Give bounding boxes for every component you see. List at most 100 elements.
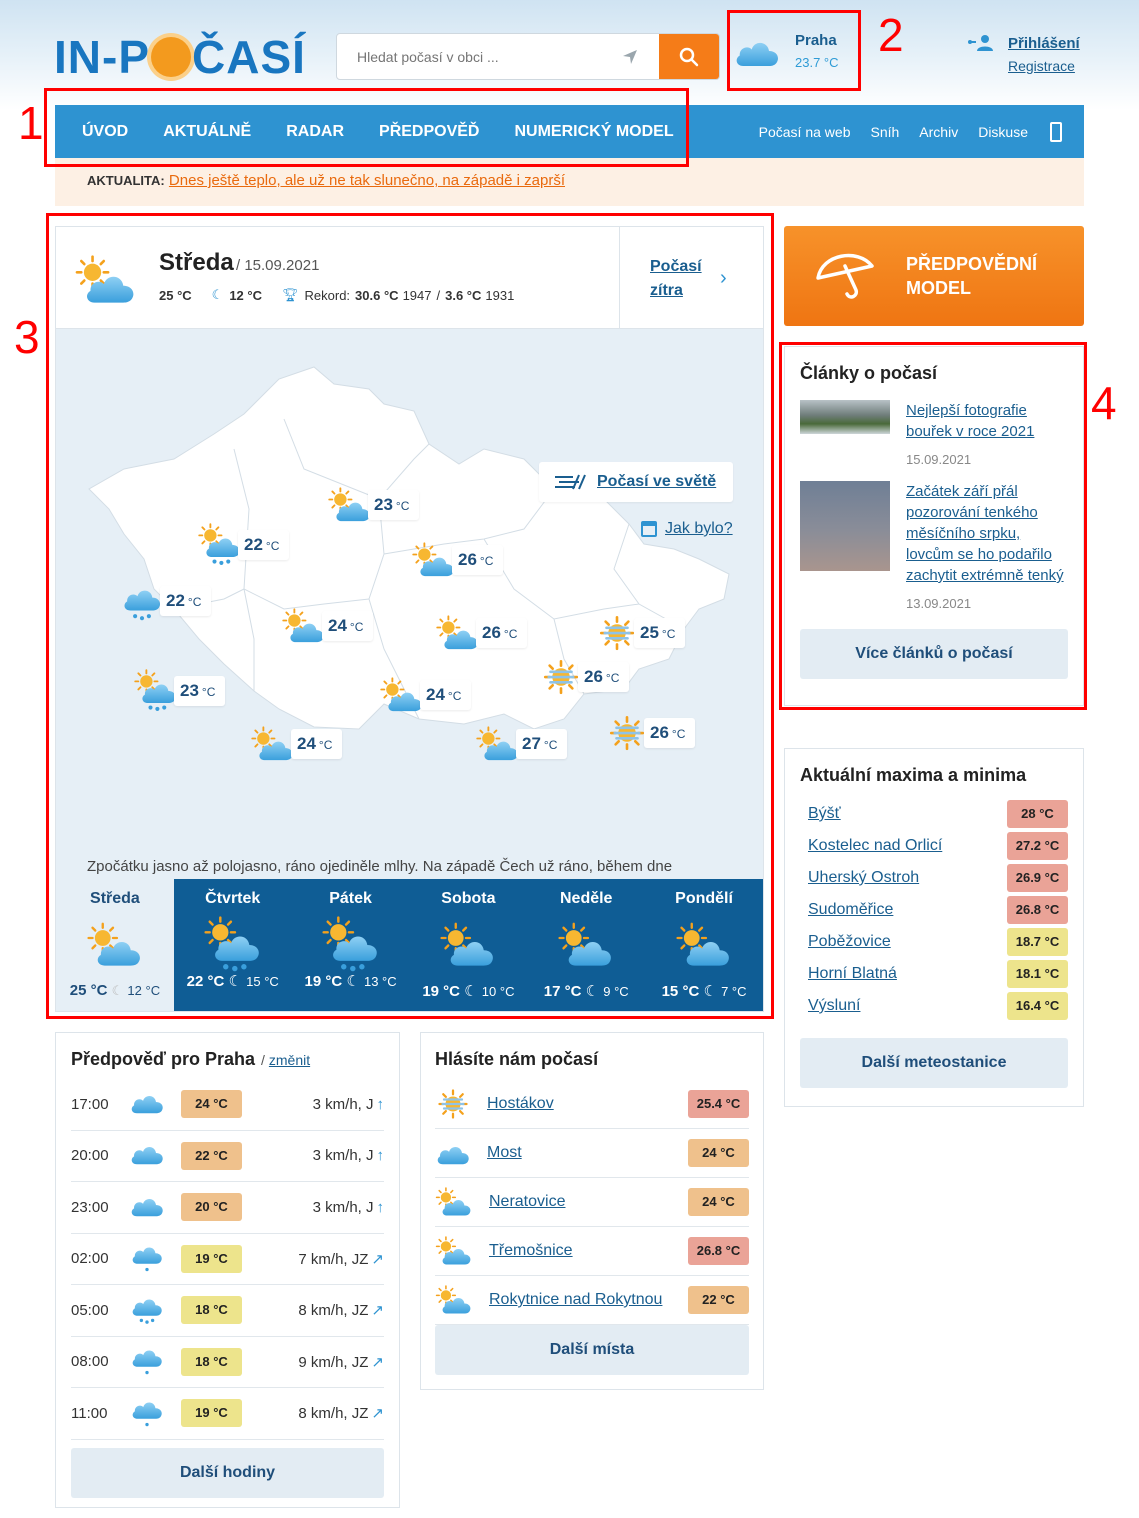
temp-badge: 16.4 °C	[1007, 992, 1068, 1020]
station-link[interactable]: Sudoměřice	[808, 901, 893, 919]
hourly-row: 08:00 18 °C 9 km/h, JZ ↗	[71, 1337, 384, 1388]
temp-badge: 24 °C	[688, 1139, 749, 1167]
temp-badge: 20 °C	[181, 1193, 242, 1222]
hourly-list: 17:00 24 °C 3 km/h, J ↑ 20:00 22 °C 3 km/h, J ↑…	[71, 1079, 384, 1440]
cloud-icon	[437, 1146, 469, 1165]
wind-info: 3 km/h, J ↑	[312, 1095, 384, 1113]
drizzle-icon	[129, 1341, 165, 1377]
search-input[interactable]	[337, 34, 637, 79]
model-line-2: MODEL	[906, 278, 971, 298]
hour-time: 20:00	[71, 1147, 109, 1165]
extremes-list: Býšť 28 °C Kostelec nad Orlicí 27.2 °C Uhers…	[800, 798, 1068, 1022]
login-link[interactable]: Přihlášení	[1008, 35, 1080, 52]
site-logo[interactable]: IN-P ČASÍ	[54, 34, 306, 80]
place-link[interactable]: Třemošnice	[489, 1242, 573, 1260]
nav-diskuse[interactable]: Diskuse	[978, 124, 1028, 140]
more-stations-button[interactable]: Další meteostanice	[800, 1038, 1068, 1088]
report-row: Most 24 °C	[435, 1129, 749, 1178]
hourly-row: 23:00 20 °C 3 km/h, J ↑	[71, 1182, 384, 1234]
cloud-icon	[131, 1095, 163, 1113]
user-icon	[968, 35, 993, 51]
search-icon	[679, 47, 699, 66]
partly-cloudy-icon	[435, 1236, 473, 1266]
hour-time: 23:00	[71, 1198, 109, 1216]
forecast-model-button[interactable]: PŘEDPOVĚDNÍ MODEL	[784, 226, 1084, 326]
station-link[interactable]: Výsluní	[808, 997, 860, 1015]
reports-panel: Hlásíte nám počasí Hostákov 25.4 °C Most 24…	[420, 1032, 764, 1390]
extremes-panel: Aktuální maxima a minima Býšť 28 °C Kostel…	[784, 748, 1084, 1107]
place-link[interactable]: Rokytnice nad Rokytnou	[489, 1291, 662, 1309]
temp-badge: 19 °C	[181, 1244, 242, 1273]
nav-archiv[interactable]: Archiv	[919, 124, 958, 140]
temp-badge: 18 °C	[181, 1347, 242, 1376]
report-row: Neratovice 24 °C	[435, 1178, 749, 1227]
place-link[interactable]: Neratovice	[489, 1193, 565, 1211]
hourly-separator: /	[261, 1052, 265, 1068]
locate-icon[interactable]	[621, 48, 639, 66]
wind-info: 8 km/h, JZ ↗	[298, 1302, 384, 1320]
hour-time: 08:00	[71, 1353, 109, 1371]
extreme-row: Výsluní 16.4 °C	[800, 990, 1068, 1022]
change-location-link[interactable]: změnit	[269, 1052, 310, 1068]
reports-title: Hlásíte nám počasí	[435, 1049, 599, 1069]
annotation-box-2	[727, 10, 861, 91]
extreme-row: Horní Blatná 18.1 °C	[800, 958, 1068, 990]
station-link[interactable]: Uherský Ostroh	[808, 869, 919, 887]
temp-badge: 19 °C	[181, 1399, 242, 1428]
search-box	[336, 33, 720, 80]
partly-cloudy-icon	[435, 1285, 473, 1315]
news-link[interactable]: Dnes ještě teplo, ale už ne tak slunečno…	[169, 172, 565, 189]
wind-info: 3 km/h, J ↑	[312, 1198, 385, 1216]
sun-haze-icon	[435, 1086, 471, 1122]
hour-time: 02:00	[71, 1250, 109, 1268]
cloud-icon	[131, 1198, 163, 1216]
hour-time: 11:00	[71, 1404, 108, 1422]
report-row: Rokytnice nad Rokytnou 22 °C	[435, 1276, 749, 1325]
wind-arrow-icon: ↗	[371, 1353, 384, 1371]
extreme-row: Býšť 28 °C	[800, 798, 1068, 830]
temp-badge: 26.8 °C	[688, 1237, 749, 1265]
extreme-row: Sudoměřice 26.8 °C	[800, 894, 1068, 926]
temp-badge: 22 °C	[181, 1141, 242, 1170]
station-link[interactable]: Poběžovice	[808, 933, 891, 951]
annotation-box-4	[779, 342, 1087, 710]
station-link[interactable]: Horní Blatná	[808, 965, 897, 983]
temp-badge: 24 °C	[688, 1188, 749, 1216]
nav-pocasi-na-web[interactable]: Počasí na web	[759, 124, 851, 140]
station-link[interactable]: Býšť	[808, 805, 841, 823]
drizzle-icon	[129, 1238, 165, 1274]
more-hours-button[interactable]: Další hodiny	[71, 1447, 384, 1498]
news-label: AKTUALITA:	[87, 173, 165, 188]
nav-snih[interactable]: Sníh	[870, 124, 899, 140]
wind-info: 9 km/h, JZ ↗	[298, 1353, 384, 1371]
extremes-title: Aktuální maxima a minima	[800, 765, 1027, 785]
wind-info: 3 km/h, J ↑	[312, 1147, 384, 1165]
annotation-box-3	[46, 213, 774, 1019]
temp-badge: 26.9 °C	[1007, 864, 1068, 892]
more-places-button[interactable]: Další místa	[435, 1325, 749, 1375]
station-link[interactable]: Kostelec nad Orlicí	[808, 837, 942, 855]
rain-icon	[129, 1290, 165, 1326]
place-link[interactable]: Most	[487, 1144, 522, 1162]
annotation-number-3: 3	[14, 311, 40, 363]
wind-arrow-icon: ↗	[371, 1405, 384, 1423]
annotation-number-4: 4	[1091, 377, 1117, 429]
temp-badge: 28 °C	[1007, 800, 1068, 828]
cloud-icon	[131, 1147, 163, 1165]
wind-arrow-icon: ↑	[376, 1198, 385, 1216]
search-button[interactable]	[659, 34, 719, 79]
hourly-row: 11:00 19 °C 8 km/h, JZ ↗	[71, 1388, 384, 1440]
place-link[interactable]: Hostákov	[487, 1095, 554, 1113]
temp-badge: 18.1 °C	[1007, 960, 1068, 988]
logo-text-right: ČASÍ	[192, 31, 306, 83]
wind-info: 7 km/h, JZ ↗	[298, 1250, 384, 1268]
wind-arrow-icon: ↗	[371, 1302, 384, 1320]
extreme-row: Kostelec nad Orlicí 27.2 °C	[800, 830, 1068, 862]
mobile-icon[interactable]	[1050, 121, 1062, 142]
temp-badge: 18.7 °C	[1007, 928, 1068, 956]
logo-sun-icon	[151, 37, 191, 77]
register-link[interactable]: Registrace	[1008, 58, 1080, 74]
temp-badge: 24 °C	[181, 1090, 242, 1119]
temp-badge: 27.2 °C	[1007, 832, 1068, 860]
report-row: Hostákov 25.4 °C	[435, 1080, 749, 1129]
